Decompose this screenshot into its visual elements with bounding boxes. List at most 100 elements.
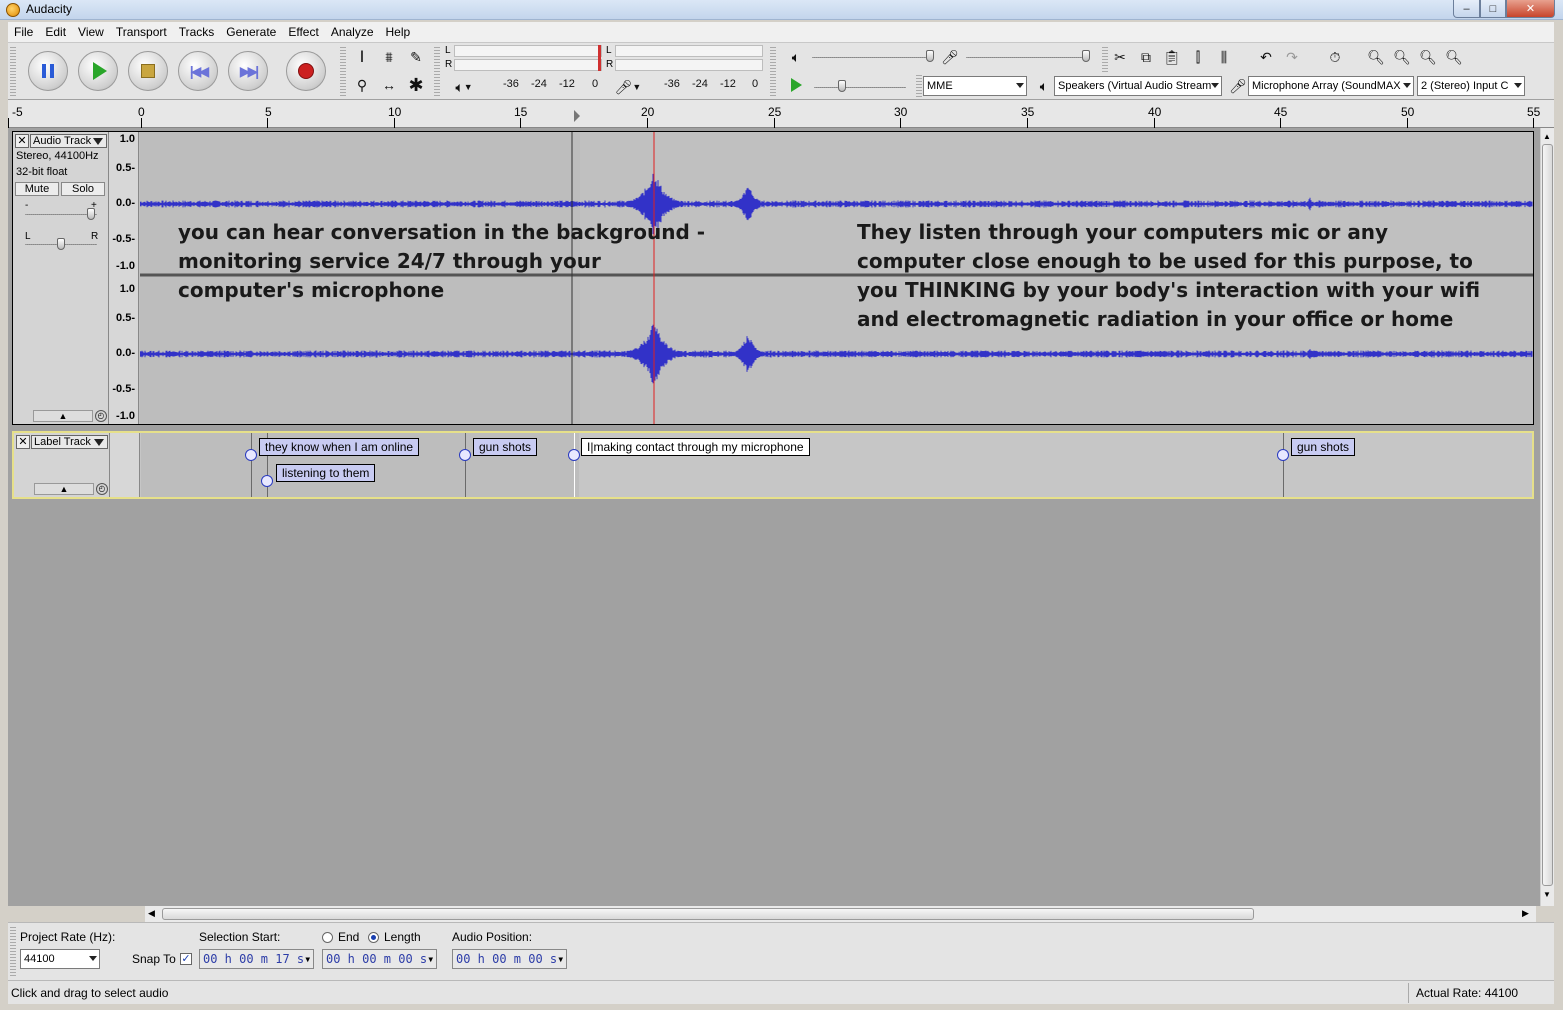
menu-file[interactable]: File — [8, 25, 39, 39]
input-volume-thumb[interactable] — [1082, 50, 1090, 62]
end-radio[interactable] — [322, 932, 333, 943]
label-track-close-button[interactable]: ✕ — [16, 435, 30, 449]
waveform-area[interactable]: you can hear conversation in the backgro… — [140, 132, 1533, 424]
menu-analyze[interactable]: Analyze — [325, 25, 380, 39]
audio-track-control-panel[interactable]: ✕ Audio Track Stereo, 44100Hz 32-bit flo… — [13, 132, 109, 424]
toolbar-grip[interactable] — [770, 47, 776, 97]
cut-button[interactable]: ✂ — [1108, 45, 1132, 69]
output-volume-thumb[interactable] — [926, 50, 934, 62]
menu-generate[interactable]: Generate — [220, 25, 282, 39]
label-handle[interactable] — [261, 475, 273, 487]
audio-position-time[interactable]: 00 h 00 m 00 s ▾ — [452, 949, 567, 969]
menu-view[interactable]: View — [72, 25, 110, 39]
record-meter-right[interactable] — [615, 59, 763, 71]
toolbar-grip[interactable] — [10, 927, 16, 977]
pan-slider-thumb[interactable] — [57, 238, 65, 250]
sync-lock-button[interactable]: ⏱ — [1323, 45, 1347, 69]
playback-meter-right[interactable] — [454, 59, 602, 71]
draw-tool-button[interactable]: ✎ — [404, 45, 428, 69]
copy-button[interactable]: ⧉ — [1134, 45, 1158, 69]
audio-track-menu-button[interactable]: Audio Track — [30, 134, 107, 148]
horizontal-scrollbar[interactable]: ◀ ▶ — [145, 906, 1536, 922]
toolbar-grip[interactable] — [340, 47, 346, 97]
input-volume-slider[interactable] — [966, 57, 1084, 58]
label-handle[interactable] — [459, 449, 471, 461]
menu-help[interactable]: Help — [380, 25, 417, 39]
input-device-select[interactable]: Microphone Array (SoundMAX — [1248, 76, 1414, 96]
play-position-marker[interactable] — [574, 110, 580, 122]
menu-tracks[interactable]: Tracks — [173, 25, 221, 39]
maximize-button[interactable]: □ — [1480, 0, 1506, 18]
toolbar-grip[interactable] — [10, 47, 16, 97]
zoom-in-button[interactable]: 🔍︎ — [1364, 45, 1388, 69]
playback-meter-menu[interactable]: 🔈︎ ▼ — [450, 75, 478, 99]
minimize-button[interactable]: – — [1453, 0, 1480, 18]
selection-length-time[interactable]: 00 h 00 m 00 s ▾ — [322, 949, 437, 969]
record-meter-left[interactable] — [615, 45, 763, 57]
label-item[interactable]: gun shots — [473, 438, 538, 456]
audio-track-close-button[interactable]: ✕ — [15, 134, 29, 148]
selection-start-time[interactable]: 00 h 00 m 17 s ▾ — [199, 949, 314, 969]
scroll-right-icon[interactable]: ▶ — [1522, 908, 1529, 919]
pause-button[interactable] — [28, 51, 68, 91]
play-speed-slider[interactable] — [814, 87, 906, 88]
scroll-left-icon[interactable]: ◀ — [148, 908, 155, 919]
toolbar-grip[interactable] — [434, 47, 440, 97]
fit-selection-button[interactable]: 🔍︎ — [1416, 45, 1440, 69]
audio-host-select[interactable]: MME — [923, 76, 1027, 96]
length-radio[interactable] — [368, 932, 379, 943]
redo-button[interactable]: ↷ — [1280, 45, 1304, 69]
paste-button[interactable]: 📋︎ — [1160, 45, 1184, 69]
time-shift-tool-button[interactable]: ↔ — [377, 73, 401, 97]
toolbar-grip[interactable] — [916, 75, 922, 97]
playback-meter-left[interactable] — [454, 45, 602, 57]
collapse-label-track-button[interactable]: ▲ — [34, 483, 94, 495]
label-item-editing[interactable]: I|making contact through my microphone — [581, 438, 810, 456]
project-rate-select[interactable]: 44100 — [20, 949, 100, 969]
fit-project-button[interactable]: 🔍︎ — [1442, 45, 1466, 69]
label-handle[interactable] — [1277, 449, 1289, 461]
label-track-control-panel[interactable]: ✕ Label Track ▲ ◴ — [14, 433, 110, 497]
label-item[interactable]: they know when I am online — [259, 438, 420, 456]
menu-transport[interactable]: Transport — [110, 25, 173, 39]
label-area[interactable]: they know when I am online listening to … — [141, 433, 1532, 497]
label-track-menu-button[interactable]: Label Track — [31, 435, 108, 449]
vertical-scrollbar[interactable]: ▲ ▼ — [1540, 128, 1554, 906]
label-handle[interactable] — [245, 449, 257, 461]
horizontal-scroll-thumb[interactable] — [162, 908, 1254, 920]
record-button[interactable] — [286, 51, 326, 91]
scroll-up-icon[interactable]: ▲ — [1543, 132, 1551, 141]
scroll-down-icon[interactable]: ▼ — [1543, 890, 1551, 899]
multi-tool-button[interactable]: ✱ — [404, 73, 428, 97]
play-button[interactable] — [78, 51, 118, 91]
silence-button[interactable]: ⫼ — [1212, 45, 1236, 69]
skip-to-end-button[interactable]: ▶▶| — [228, 51, 268, 91]
input-channels-select[interactable]: 2 (Stereo) Input C — [1417, 76, 1525, 96]
audio-track[interactable]: ✕ Audio Track Stereo, 44100Hz 32-bit flo… — [12, 131, 1534, 425]
tracks-area[interactable]: ✕ Audio Track Stereo, 44100Hz 32-bit flo… — [8, 128, 1540, 906]
collapse-track-button[interactable]: ▲ — [33, 410, 93, 422]
gain-slider-thumb[interactable] — [87, 208, 95, 220]
output-device-select[interactable]: Speakers (Virtual Audio Stream — [1054, 76, 1222, 96]
label-track[interactable]: ✕ Label Track ▲ ◴ they know when I am on… — [12, 431, 1534, 499]
mute-button[interactable]: Mute — [15, 182, 59, 196]
zoom-tool-button[interactable]: ⚲ — [350, 73, 374, 97]
vertical-scroll-thumb[interactable] — [1542, 144, 1553, 886]
envelope-tool-button[interactable]: ⩩ — [377, 45, 401, 69]
record-meter-menu[interactable]: 🎤︎ ▼ — [610, 75, 646, 99]
trim-button[interactable]: ⫿ — [1186, 45, 1210, 69]
label-handle[interactable] — [568, 449, 580, 461]
close-button[interactable]: ✕ — [1506, 0, 1555, 18]
play-speed-thumb[interactable] — [838, 80, 846, 92]
menu-effect[interactable]: Effect — [282, 25, 324, 39]
skip-to-start-button[interactable]: |◀◀ — [178, 51, 218, 91]
zoom-out-button[interactable]: 🔍︎ — [1390, 45, 1414, 69]
snap-to-checkbox[interactable]: ✓ — [180, 953, 192, 965]
output-volume-slider[interactable] — [812, 57, 930, 58]
play-at-speed-button[interactable] — [784, 73, 808, 97]
undo-button[interactable]: ↶ — [1254, 45, 1278, 69]
selection-tool-button[interactable]: I — [350, 45, 374, 69]
label-item[interactable]: gun shots — [1291, 438, 1356, 456]
stop-button[interactable] — [128, 51, 168, 91]
label-item[interactable]: listening to them — [276, 464, 376, 482]
